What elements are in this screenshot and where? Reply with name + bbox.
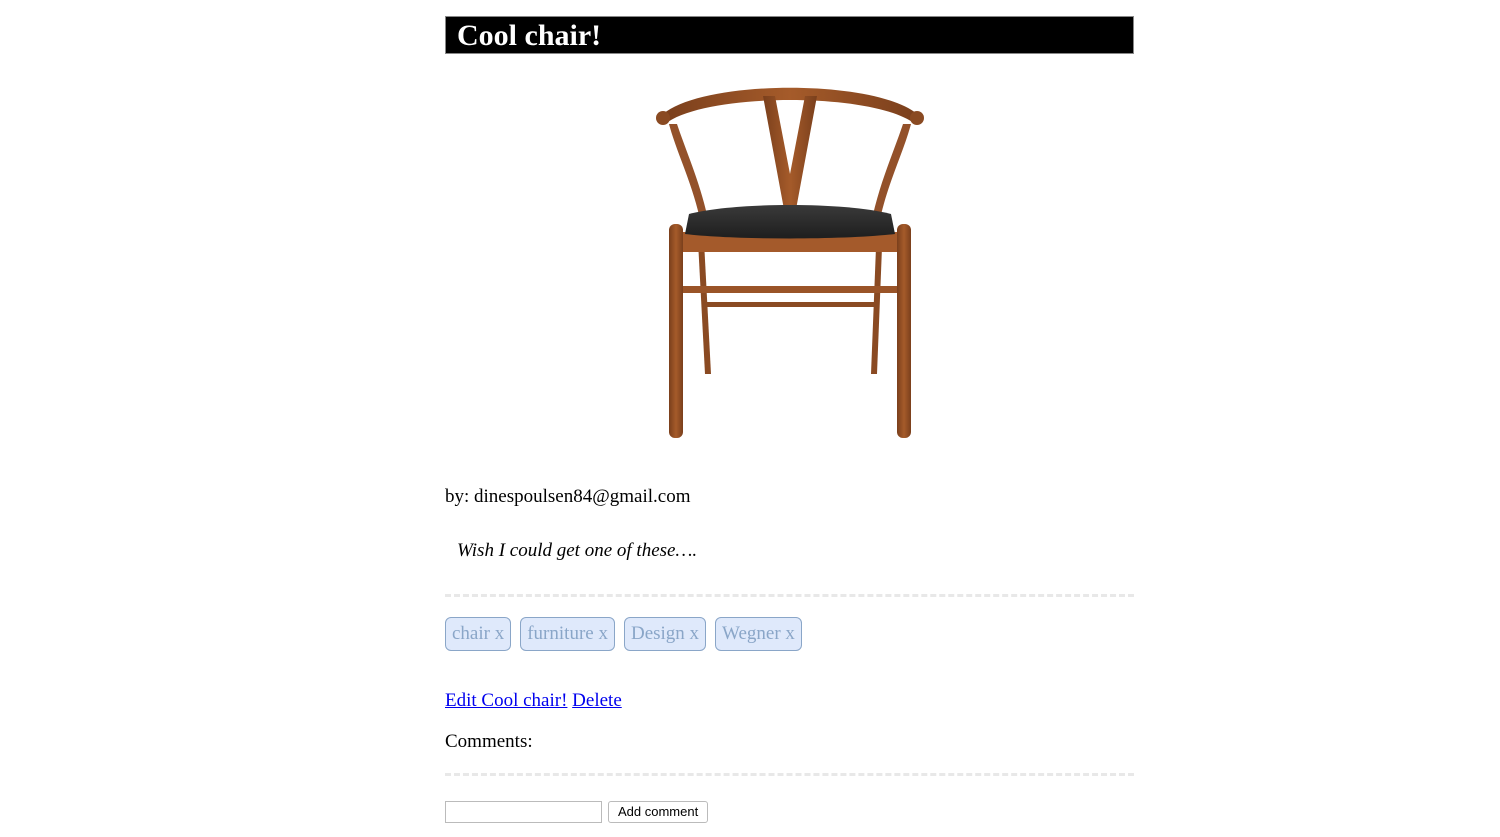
add-comment-button[interactable]: Add comment: [608, 801, 709, 823]
delete-link[interactable]: Delete: [572, 690, 622, 711]
post-title: Cool chair!: [457, 19, 602, 52]
post-description: Wish I could get one of these….: [457, 540, 698, 561]
comments-heading: Comments:: [445, 731, 533, 752]
tag-wegner[interactable]: Wegner x: [715, 617, 802, 651]
post-author: by: dinespoulsen84@gmail.com: [445, 486, 691, 507]
comment-form: Add comment: [445, 801, 709, 823]
comment-input[interactable]: [445, 801, 602, 823]
divider: [445, 594, 1134, 597]
divider: [445, 773, 1134, 776]
title-bar: Cool chair!: [445, 16, 1134, 54]
post-actions: Edit Cool chair! Delete: [445, 690, 622, 712]
chair-image: [645, 74, 935, 444]
tag-chair[interactable]: chair x: [445, 617, 512, 651]
tag-furniture[interactable]: furniture x: [520, 617, 615, 651]
chair-illustration: [656, 87, 924, 438]
tag-list: chair x furniture x Design x Wegner x: [445, 617, 802, 651]
post-page: Cool chair! by: dinespoulsen84@gmail.com…: [0, 0, 1500, 837]
tag-design[interactable]: Design x: [623, 617, 707, 651]
edit-link[interactable]: Edit Cool chair!: [445, 690, 567, 711]
